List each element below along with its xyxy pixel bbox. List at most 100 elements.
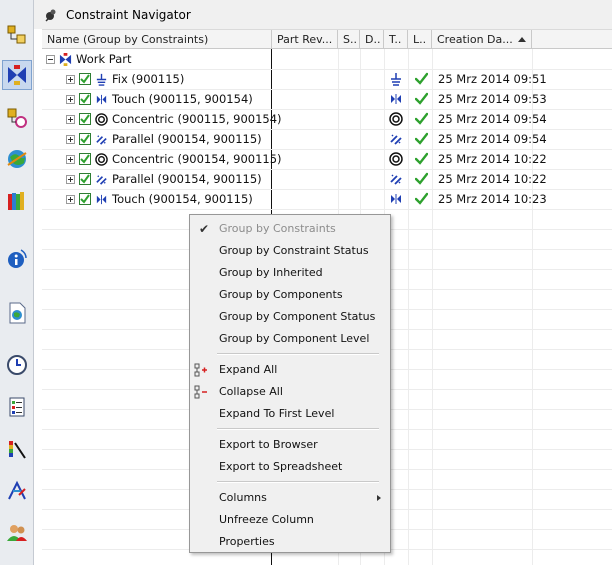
expand-toggle-icon[interactable] <box>66 74 75 84</box>
constraint-row[interactable]: Parallel (900154, 900115) 25 Mrz 2014 09:… <box>42 129 612 149</box>
menu-properties[interactable]: Properties <box>190 531 390 553</box>
panel-title-bar: Constraint Navigator <box>34 0 612 29</box>
menu-group-by-component-status[interactable]: Group by Component Status <box>190 306 390 328</box>
tree-root-work-part[interactable]: Work Part <box>42 49 612 69</box>
menu-group-by-constraint-status[interactable]: Group by Constraint Status <box>190 240 390 262</box>
constraint-label: Parallel (900154, 900115) <box>112 172 262 186</box>
assembly-navigator-icon <box>7 25 26 44</box>
constraint-checkbox[interactable] <box>79 193 91 205</box>
concentric-icon <box>95 112 108 126</box>
touch-icon <box>391 94 401 104</box>
column-part-rev[interactable]: Part Rev... <box>272 30 338 49</box>
reuse-library-tab[interactable] <box>2 144 32 174</box>
menu-separator <box>217 428 379 430</box>
fix-icon <box>391 73 401 86</box>
history-icon <box>8 192 24 210</box>
checkmark-icon: ✔ <box>199 222 210 236</box>
palette-tab[interactable] <box>2 434 32 464</box>
menu-unfreeze-column[interactable]: Unfreeze Column <box>190 509 390 531</box>
web-browser-tab[interactable] <box>2 298 32 328</box>
constraint-checkbox[interactable] <box>79 113 91 125</box>
context-menu: ✔ Group by Constraints Group by Constrain… <box>189 214 391 553</box>
creation-date: 25 Mrz 2014 10:22 <box>438 152 547 166</box>
role-tab[interactable] <box>2 476 32 506</box>
touch-icon <box>391 194 401 204</box>
expand-toggle-icon[interactable] <box>66 134 75 144</box>
role-icon <box>8 480 26 500</box>
constraint-navigator-icon <box>8 65 26 85</box>
expand-toggle-icon[interactable] <box>66 174 75 184</box>
touch-icon <box>96 194 107 204</box>
constraint-row[interactable]: Concentric (900115, 900154) 25 Mrz 2014 0… <box>42 109 612 129</box>
menu-expand-all[interactable]: Expand All <box>190 359 390 381</box>
information-icon <box>8 249 27 268</box>
constraint-label: Touch (900115, 900154) <box>112 92 253 106</box>
column-creation-date[interactable]: Creation Da... <box>432 30 532 49</box>
clock-icon <box>7 355 27 375</box>
status-ok-icon <box>415 112 428 125</box>
menu-group-by-inherited[interactable]: Group by Inherited <box>190 262 390 284</box>
status-ok-icon <box>415 92 428 105</box>
menu-group-by-component-level[interactable]: Group by Component Level <box>190 328 390 350</box>
palette-icon <box>9 441 26 459</box>
constraint-row[interactable]: Touch (900154, 900115) 25 Mrz 2014 10:23 <box>42 189 612 209</box>
information-tab[interactable] <box>2 244 32 274</box>
menu-expand-to-first-level[interactable]: Expand To First Level <box>190 403 390 425</box>
column-d[interactable]: D.. <box>360 30 384 49</box>
history-tab[interactable] <box>2 186 32 216</box>
constraint-checkbox[interactable] <box>79 133 91 145</box>
clock-tab[interactable] <box>2 350 32 380</box>
creation-date: 25 Mrz 2014 10:22 <box>438 172 547 186</box>
parallel-icon <box>390 134 402 145</box>
menu-collapse-all[interactable]: Collapse All <box>190 381 390 403</box>
constraint-checkbox[interactable] <box>79 93 91 105</box>
column-header: Name (Group by Constraints) Part Rev... … <box>42 29 612 49</box>
people-icon <box>7 525 27 541</box>
constraint-checkbox[interactable] <box>79 153 91 165</box>
menu-export-to-spreadsheet[interactable]: Export to Spreadsheet <box>190 456 390 478</box>
constraint-row[interactable]: Parallel (900154, 900115) 25 Mrz 2014 10:… <box>42 169 612 189</box>
process-studio-tab[interactable] <box>2 392 32 422</box>
process-studio-icon <box>9 397 25 417</box>
reuse-library-icon <box>7 150 27 168</box>
parallel-icon <box>96 174 107 185</box>
menu-separator <box>217 353 379 355</box>
constraint-row[interactable]: Touch (900115, 900154) 25 Mrz 2014 09:53 <box>42 89 612 109</box>
column-name[interactable]: Name (Group by Constraints) <box>42 30 272 49</box>
tree-node-label: Work Part <box>76 52 132 66</box>
constraint-checkbox[interactable] <box>79 173 91 185</box>
constraint-row[interactable]: Fix (900115) 25 Mrz 2014 09:51 <box>42 69 612 89</box>
expand-toggle-icon[interactable] <box>66 194 75 204</box>
part-navigator-tab[interactable] <box>2 103 32 133</box>
concentric-icon <box>95 152 108 166</box>
expand-toggle-icon[interactable] <box>66 94 75 104</box>
creation-date: 25 Mrz 2014 09:54 <box>438 132 547 146</box>
parallel-icon <box>390 174 402 185</box>
pin-icon[interactable] <box>44 8 58 22</box>
expand-toggle-icon[interactable] <box>66 114 75 124</box>
assembly-navigator-tab[interactable] <box>2 20 32 50</box>
status-ok-icon <box>415 192 428 205</box>
collapse-toggle-icon[interactable] <box>46 54 55 64</box>
creation-date: 25 Mrz 2014 10:23 <box>438 192 547 206</box>
constraint-navigator-tab[interactable] <box>2 60 32 90</box>
touch-icon <box>96 94 107 104</box>
constraint-label: Touch (900154, 900115) <box>112 192 253 206</box>
menu-columns[interactable]: Columns <box>190 487 390 509</box>
menu-group-by-components[interactable]: Group by Components <box>190 284 390 306</box>
column-t[interactable]: T.. <box>384 30 408 49</box>
constraint-row[interactable]: Concentric (900154, 900115) 25 Mrz 2014 1… <box>42 149 612 169</box>
column-s[interactable]: S.. <box>338 30 360 49</box>
expand-toggle-icon[interactable] <box>66 154 75 164</box>
people-tab[interactable] <box>2 518 32 548</box>
work-part-icon <box>59 52 72 66</box>
column-l[interactable]: L.. <box>408 30 432 49</box>
status-ok-icon <box>415 152 428 165</box>
constraint-checkbox[interactable] <box>79 73 91 85</box>
fix-icon <box>96 73 107 86</box>
concentric-icon <box>389 112 403 126</box>
menu-export-to-browser[interactable]: Export to Browser <box>190 434 390 456</box>
menu-group-by-constraints[interactable]: ✔ Group by Constraints <box>190 218 390 240</box>
status-ok-icon <box>415 72 428 85</box>
creation-date: 25 Mrz 2014 09:53 <box>438 92 547 106</box>
